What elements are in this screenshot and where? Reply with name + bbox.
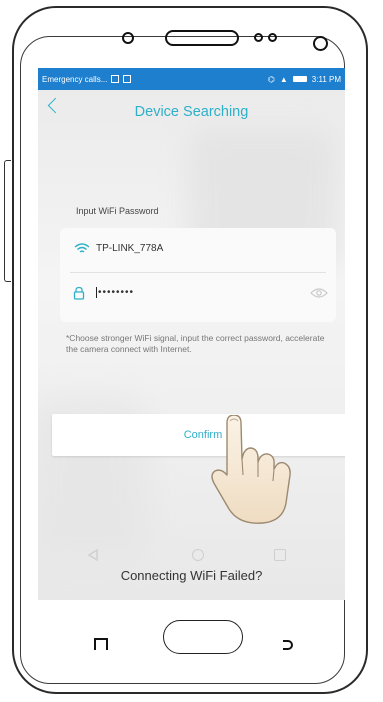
hardware-back-button [283, 640, 293, 650]
network-name: TP-LINK_778A [96, 243, 164, 254]
notification-icon [123, 75, 132, 83]
status-time: 3:11 PM [311, 74, 341, 84]
connecting-wifi-failed-link[interactable]: Connecting WiFi Failed? [38, 568, 345, 583]
wifi-form-card: TP-LINK_778A •••••••• [60, 228, 336, 322]
password-section-label: Input WiFi Password [76, 206, 159, 216]
nfc-icon: ⌬ [267, 74, 275, 84]
signal-icon: ▲ [279, 74, 288, 84]
side-button [4, 160, 11, 282]
hardware-menu-button [94, 638, 108, 650]
nav-recent-icon[interactable] [274, 549, 286, 561]
title-bar: Device Searching [38, 90, 345, 134]
hardware-home-button [163, 620, 243, 654]
password-input[interactable]: •••••••• [96, 287, 134, 298]
proximity-sensor-icon [313, 36, 328, 51]
front-camera-icon [122, 32, 134, 44]
password-value: •••••••• [98, 287, 135, 299]
nav-back-icon[interactable] [87, 549, 99, 561]
status-bar: Emergency calls... ⌬ ▲ 3:11 PM [38, 68, 345, 90]
battery-icon [292, 76, 307, 82]
notification-icon [111, 75, 120, 83]
earpiece-speaker [165, 30, 239, 46]
sensor-icon [268, 33, 277, 42]
page-title: Device Searching [134, 104, 249, 120]
eye-icon[interactable] [310, 288, 328, 298]
divider [70, 272, 326, 273]
wifi-icon [74, 243, 90, 253]
nav-home-icon[interactable] [192, 549, 204, 561]
hint-text: *Choose stronger WiFi signal, input the … [66, 333, 325, 354]
pointing-hand-icon [211, 415, 291, 524]
status-text: Emergency calls... [42, 74, 108, 84]
lock-icon [73, 286, 85, 300]
sensor-icon [254, 33, 263, 42]
